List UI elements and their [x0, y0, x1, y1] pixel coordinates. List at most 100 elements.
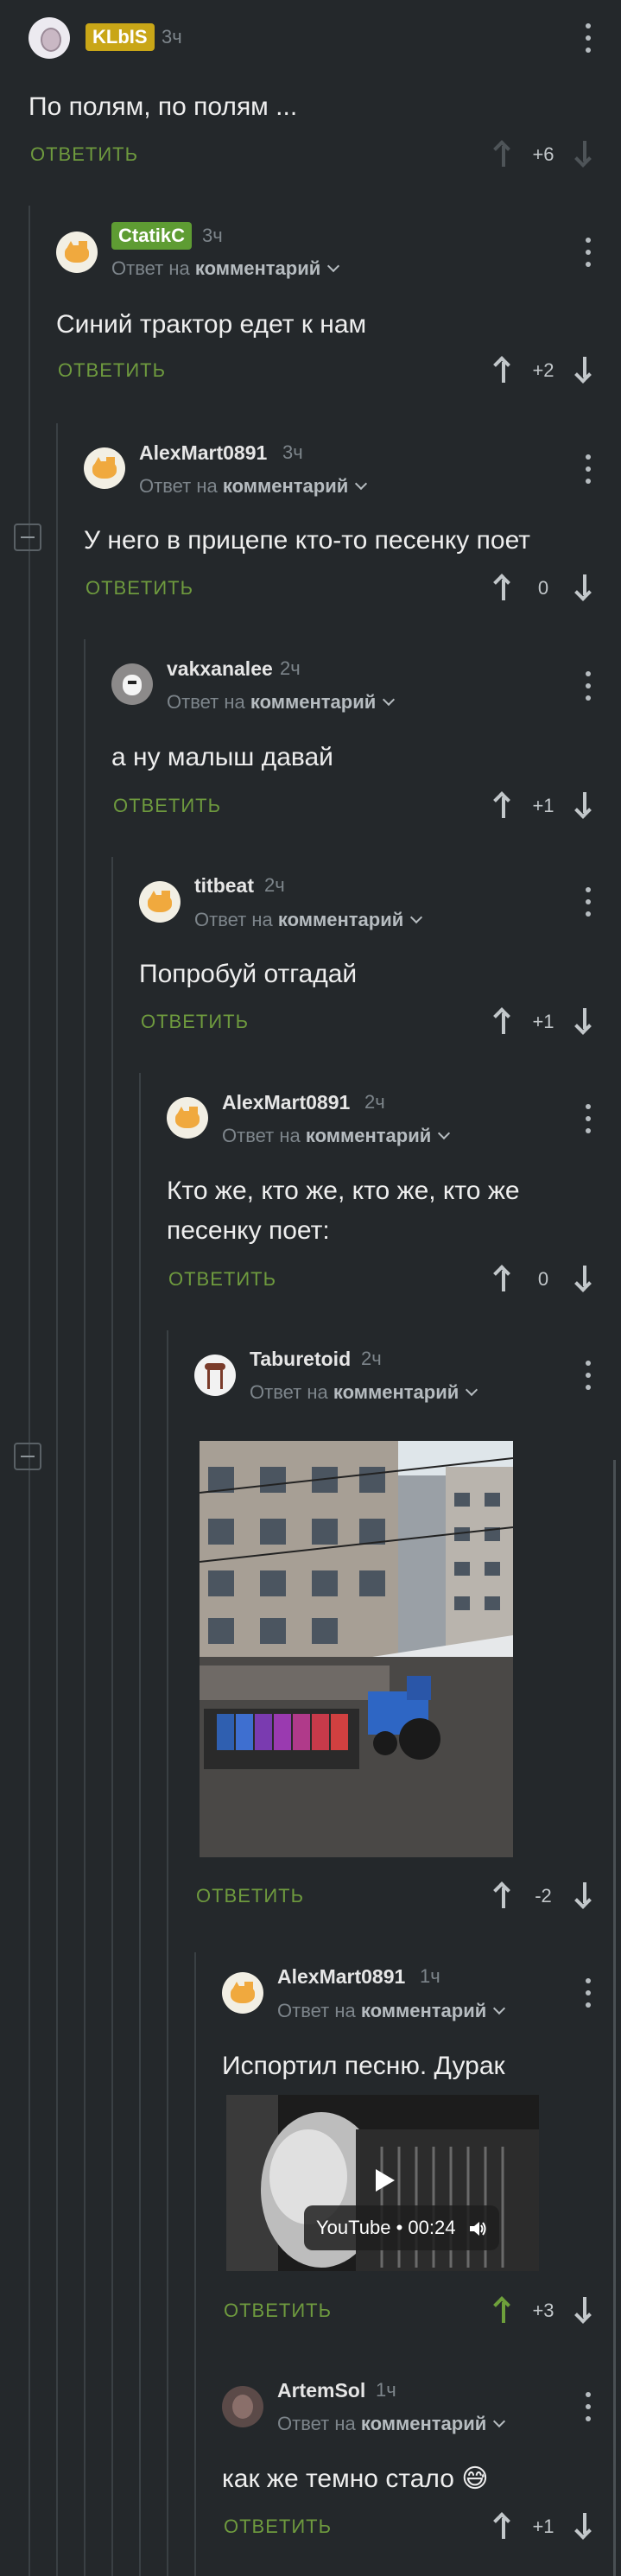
avatar[interactable]	[84, 447, 125, 489]
chevron-down-icon	[383, 693, 396, 707]
kebab-icon[interactable]	[585, 454, 592, 484]
author-name[interactable]: AlexMart0891	[222, 1091, 350, 1114]
video-label: YouTube • 00:24	[316, 2217, 456, 2238]
arrow-up-icon[interactable]	[494, 792, 513, 818]
author-name[interactable]: ArtemSol	[277, 2379, 365, 2402]
avatar[interactable]	[139, 881, 181, 923]
chevron-down-icon	[493, 2002, 506, 2015]
reply-to-label[interactable]: Ответ на комментарий	[111, 257, 340, 280]
score: +1	[532, 2516, 554, 2537]
avatar[interactable]	[167, 1097, 208, 1139]
arrow-down-icon[interactable]	[575, 1266, 594, 1291]
comment-text: Испортил песню. Дурак	[222, 2052, 505, 2080]
arrow-up-icon[interactable]	[494, 357, 513, 383]
reply-button[interactable]: ОТВЕТИТЬ	[224, 2516, 332, 2538]
thread-line-3	[84, 639, 86, 2576]
reply-to-label[interactable]: Ответ на комментарий	[139, 475, 368, 498]
arrow-down-icon[interactable]	[575, 1008, 594, 1034]
chevron-down-icon	[493, 2414, 506, 2428]
arrow-down-icon[interactable]	[575, 2297, 594, 2323]
reply-button[interactable]: ОТВЕТИТЬ	[58, 359, 166, 382]
arrow-up-icon[interactable]	[494, 2513, 513, 2539]
video-info-pill[interactable]: YouTube • 00:24	[304, 2205, 499, 2250]
arrow-up-icon[interactable]	[494, 141, 513, 167]
reply-button[interactable]: ОТВЕТИТЬ	[224, 2300, 332, 2322]
comment-text: а ну малыш давай	[111, 743, 333, 771]
reply-to-label[interactable]: Ответ на комментарий	[277, 2413, 506, 2435]
reply-button[interactable]: ОТВЕТИТЬ	[168, 1268, 276, 1291]
kebab-icon[interactable]	[585, 23, 592, 53]
arrow-up-icon[interactable]	[494, 1266, 513, 1291]
collapse-thread-button[interactable]	[14, 523, 41, 551]
arrow-down-icon[interactable]	[575, 141, 594, 167]
reply-button[interactable]: ОТВЕТИТЬ	[196, 1885, 304, 1907]
author-name[interactable]: Taburetoid	[250, 1348, 351, 1371]
reply-to-label[interactable]: Ответ на комментарий	[194, 909, 423, 931]
author-name[interactable]: AlexMart0891	[277, 1965, 405, 1989]
arrow-down-icon[interactable]	[575, 574, 594, 600]
speaker-icon[interactable]	[468, 2219, 487, 2238]
score: +1	[532, 795, 554, 816]
arrow-up-icon[interactable]	[494, 1882, 513, 1908]
comment-text: Синий трактор едет к нам	[56, 310, 367, 339]
reply-button[interactable]: ОТВЕТИТЬ	[86, 577, 193, 600]
reply-button[interactable]: ОТВЕТИТЬ	[113, 795, 221, 817]
scroll-indicator[interactable]	[613, 1460, 616, 2576]
comment-time: 3ч	[282, 441, 303, 463]
reply-to-label[interactable]: Ответ на комментарий	[250, 1381, 478, 1404]
author-name[interactable]: titbeat	[194, 874, 254, 898]
comment-time: 3ч	[202, 225, 223, 246]
arrow-up-icon[interactable]	[494, 2297, 513, 2323]
thread-line-5	[139, 1073, 141, 2576]
author-name[interactable]: CtatikC	[111, 222, 193, 250]
score: +6	[532, 143, 554, 165]
score: 0	[537, 1268, 549, 1290]
comment-time: 2ч	[280, 657, 301, 679]
avatar[interactable]	[29, 17, 70, 59]
tractor-photo	[200, 1441, 513, 1857]
arrow-down-icon[interactable]	[575, 2513, 594, 2539]
avatar[interactable]	[111, 663, 153, 705]
arrow-up-icon[interactable]	[494, 1008, 513, 1034]
chevron-down-icon	[466, 1383, 478, 1397]
author-name[interactable]: AlexMart0891	[139, 441, 267, 465]
author-name[interactable]: KLbIS	[86, 23, 155, 51]
score: +3	[532, 2300, 554, 2321]
avatar[interactable]	[56, 232, 98, 273]
reply-button[interactable]: ОТВЕТИТЬ	[30, 143, 138, 166]
chevron-down-icon	[438, 1126, 451, 1140]
kebab-icon[interactable]	[585, 238, 592, 267]
avatar[interactable]	[222, 2386, 263, 2427]
score: -2	[535, 1885, 552, 1907]
arrow-down-icon[interactable]	[575, 792, 594, 818]
thread-line-7	[194, 1952, 196, 2576]
kebab-icon[interactable]	[585, 887, 592, 917]
thread-line-1	[29, 206, 30, 2576]
kebab-icon[interactable]	[585, 1104, 592, 1133]
reply-to-label[interactable]: Ответ на комментарий	[167, 691, 396, 714]
reply-button[interactable]: ОТВЕТИТЬ	[141, 1011, 249, 1033]
reply-to-label[interactable]: Ответ на комментарий	[277, 2000, 506, 2022]
comment-text: У него в прицепе кто-то песенку поет	[84, 526, 531, 555]
kebab-icon[interactable]	[585, 1978, 592, 2008]
comment-time: 1ч	[376, 2379, 396, 2401]
avatar[interactable]	[222, 1972, 263, 2014]
kebab-icon[interactable]	[585, 1361, 592, 1390]
kebab-icon[interactable]	[585, 2392, 592, 2421]
score: +1	[532, 1011, 554, 1032]
arrow-up-icon[interactable]	[494, 574, 513, 600]
author-name[interactable]: vakxanalee	[167, 657, 273, 681]
comment-time: 2ч	[364, 1091, 385, 1113]
comment-text-line: песенку поет:	[167, 1216, 330, 1245]
thread-line-4	[111, 857, 113, 2576]
comment-photo[interactable]	[200, 1441, 513, 1857]
comment-time: 3ч	[162, 26, 182, 48]
thread-line-2	[56, 423, 58, 2576]
score: +2	[532, 359, 554, 381]
kebab-icon[interactable]	[585, 671, 592, 701]
reply-to-label[interactable]: Ответ на комментарий	[222, 1125, 451, 1147]
arrow-down-icon[interactable]	[575, 357, 594, 383]
avatar[interactable]	[194, 1355, 236, 1396]
collapse-thread-button[interactable]	[14, 1443, 41, 1470]
arrow-down-icon[interactable]	[575, 1882, 594, 1908]
